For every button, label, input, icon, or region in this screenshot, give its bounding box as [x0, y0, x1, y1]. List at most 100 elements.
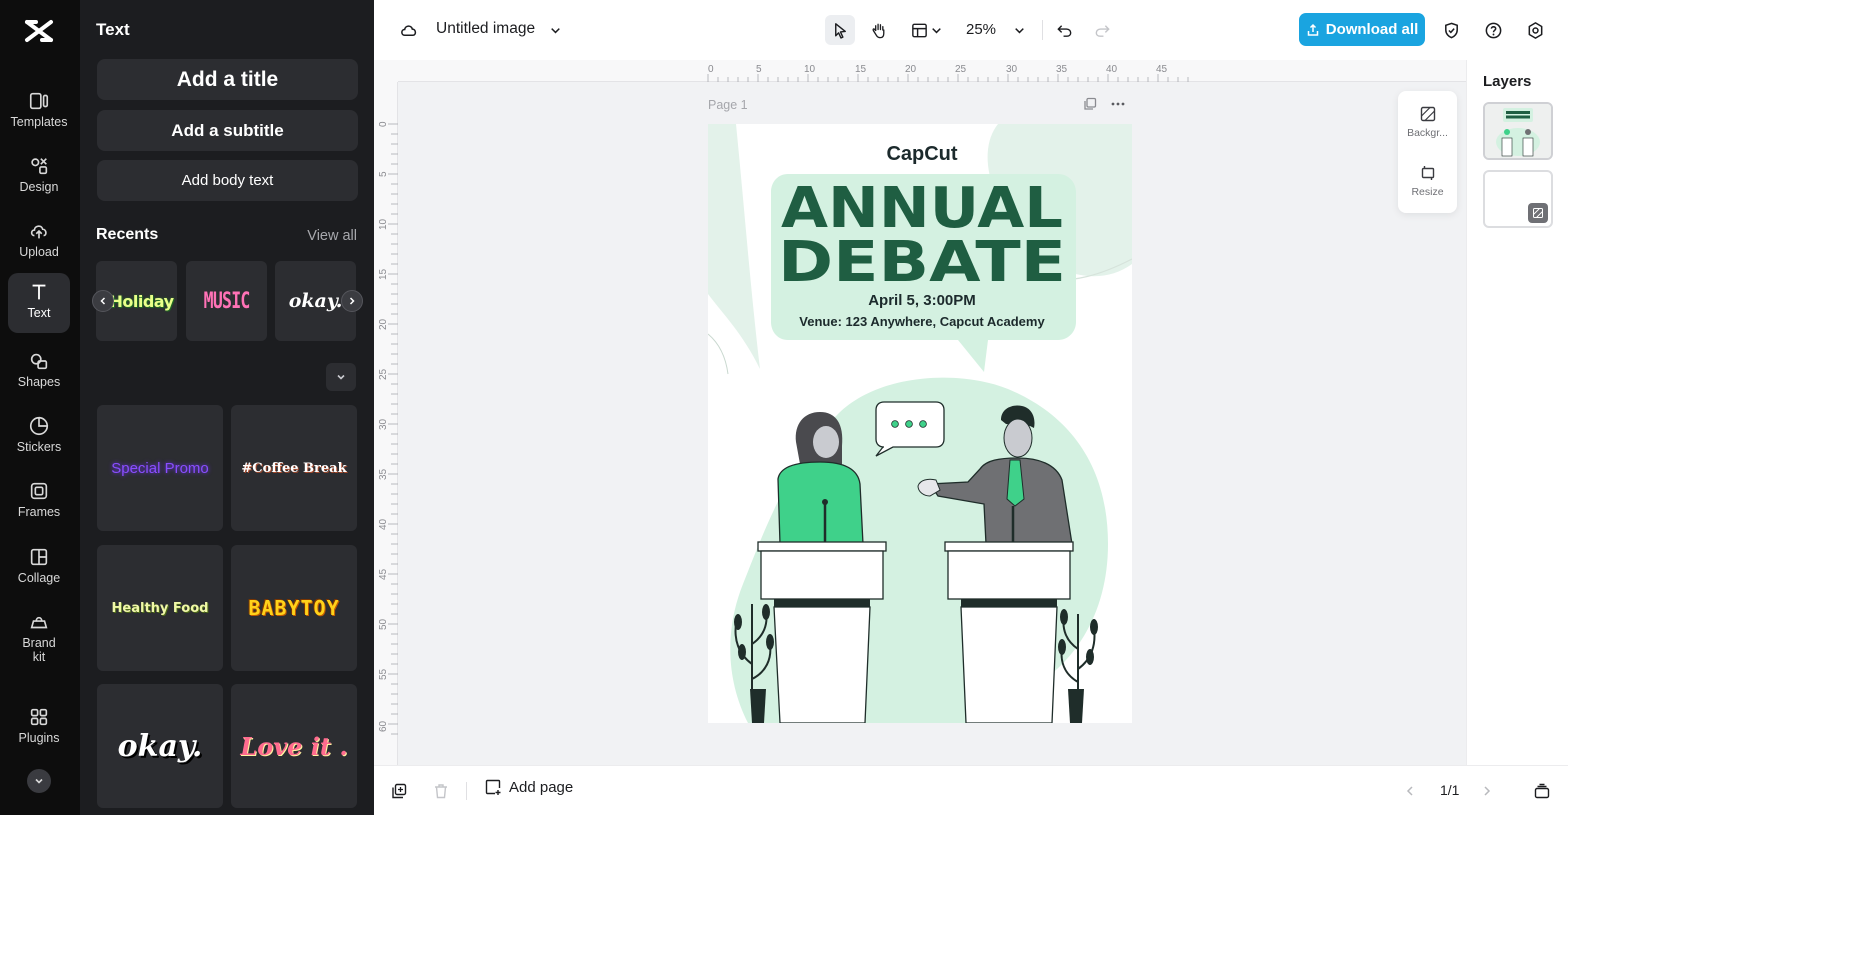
ruler-ticks-v: 0 5 10 15 20 25 30 35 40 45 50 55 60 — [378, 121, 398, 735]
add-subtitle-button[interactable]: Add a subtitle — [97, 110, 358, 151]
view-all-link[interactable]: View all — [307, 228, 357, 244]
bubble-dot — [905, 420, 913, 428]
page-manager-button[interactable] — [1531, 780, 1553, 802]
ruler-label: 5 — [378, 171, 389, 177]
help-button[interactable] — [1478, 15, 1508, 45]
cloud-sync-icon[interactable] — [393, 15, 423, 45]
rail-item-frames[interactable]: Frames — [8, 472, 70, 530]
ruler-label: 15 — [378, 268, 389, 280]
plant-leaf — [734, 614, 742, 630]
rail-label: Brand kit — [22, 636, 56, 664]
chevron-down-icon — [35, 778, 43, 784]
podium-left-stand — [773, 606, 871, 723]
layer-poster-thumbnail[interactable] — [1483, 102, 1553, 160]
collage-icon — [30, 548, 48, 566]
add-page-button[interactable]: Add page — [484, 778, 573, 796]
preset-sample: #Coffee Break — [241, 460, 347, 476]
rail-item-collage[interactable]: Collage — [8, 538, 70, 596]
preset-coffee-break[interactable]: #Coffee Break — [231, 405, 357, 531]
resize-tool[interactable]: Resize — [1398, 164, 1457, 198]
duplicate-button[interactable] — [388, 780, 410, 802]
add-page-label: Add page — [509, 778, 574, 796]
vertical-ruler: 0 5 10 15 20 25 30 35 40 45 50 55 60 — [374, 82, 398, 765]
poster-artwork: CapCut ANNUAL DEBATE April 5, 3:00PM Ven… — [708, 124, 1132, 723]
ruler-label: 60 — [378, 720, 389, 732]
title-dropdown-button[interactable] — [540, 15, 570, 45]
download-all-button[interactable]: Download all — [1299, 13, 1425, 46]
brand-kit-icon — [30, 616, 48, 629]
zoom-dropdown-button[interactable] — [1004, 15, 1034, 45]
add-body-text-button[interactable]: Add body text — [97, 160, 358, 201]
ruler-label: 20 — [905, 64, 917, 75]
top-bar: Untitled image 25% Download all — [374, 0, 1568, 60]
recent-sample: okay. — [288, 290, 343, 312]
ruler-label: 35 — [378, 468, 389, 480]
rail-label: Text — [27, 306, 51, 320]
preset-healthy-food[interactable]: Healthy Food — [97, 545, 223, 671]
prev-page-button[interactable] — [1399, 780, 1421, 802]
preset-special-promo[interactable]: Special Promo — [97, 405, 223, 531]
recents-prev-button[interactable] — [92, 290, 114, 312]
expand-presets-button[interactable] — [326, 363, 356, 391]
next-page-button[interactable] — [1476, 780, 1498, 802]
recent-sample: MUSIC — [203, 288, 251, 314]
poster-page[interactable]: CapCut ANNUAL DEBATE April 5, 3:00PM Ven… — [708, 124, 1132, 723]
layer-background-thumbnail[interactable] — [1483, 170, 1553, 228]
document-title[interactable]: Untitled image — [436, 20, 535, 38]
shield-button[interactable] — [1436, 15, 1466, 45]
rail-more-button[interactable] — [27, 769, 51, 793]
preset-sample: Special Promo — [111, 459, 209, 477]
undo-icon — [1056, 24, 1071, 37]
hand-icon — [871, 23, 884, 38]
select-tool-button[interactable] — [825, 15, 855, 45]
hand-tool-button[interactable] — [864, 15, 894, 45]
rail-item-plugins[interactable]: Plugins — [8, 698, 70, 756]
upload-icon — [30, 225, 47, 239]
ruler-label: 25 — [378, 368, 389, 380]
rail-label: Shapes — [17, 375, 61, 389]
text-panel: Text Add a title Add a subtitle Add body… — [80, 0, 374, 815]
preset-love-it[interactable]: Love it . — [231, 684, 357, 808]
rail-item-upload[interactable]: Upload — [8, 212, 70, 270]
rail-item-stickers[interactable]: Stickers — [8, 407, 70, 465]
templates-icon — [29, 92, 49, 110]
ruler-label: 30 — [1006, 64, 1018, 75]
duplicate-page-icon[interactable] — [1082, 96, 1098, 112]
poster-brand[interactable]: CapCut — [886, 143, 957, 165]
layout-dropdown-button[interactable] — [926, 15, 946, 45]
recents-next-button[interactable] — [341, 290, 363, 312]
canvas-area[interactable]: 0 5 10 15 20 25 30 35 40 45 0 5 10 15 20… — [374, 60, 1466, 765]
poster-venue[interactable]: Venue: 123 Anywhere, Capcut Academy — [799, 314, 1045, 329]
rail-item-templates[interactable]: Templates — [8, 82, 70, 140]
redo-button[interactable] — [1087, 15, 1117, 45]
rail-item-design[interactable]: Design — [8, 147, 70, 205]
shield-check-icon — [1444, 22, 1458, 38]
undo-button[interactable] — [1049, 15, 1079, 45]
ruler-label: 15 — [855, 64, 867, 75]
design-icon — [31, 158, 48, 175]
trash-icon — [435, 784, 447, 799]
zoom-level[interactable]: 25% — [966, 21, 996, 38]
rail-item-shapes[interactable]: Shapes — [8, 342, 70, 400]
rail-item-text[interactable]: Text — [8, 273, 70, 333]
podium-left-band — [774, 599, 870, 607]
woman-body — [777, 461, 864, 545]
poster-title-line2[interactable]: DEBATE — [778, 230, 1066, 295]
delete-button[interactable] — [430, 780, 452, 802]
capcut-logo[interactable] — [22, 14, 56, 48]
poster-date[interactable]: April 5, 3:00PM — [868, 292, 976, 309]
rail-label: Plugins — [18, 731, 60, 745]
rail-item-brand-kit[interactable]: Brand kit — [8, 603, 70, 669]
add-title-button[interactable]: Add a title — [97, 59, 358, 100]
preset-okay[interactable]: okay. — [97, 684, 223, 808]
background-tool[interactable]: Backgr... — [1398, 105, 1457, 139]
chevron-down-icon — [931, 27, 941, 33]
rail-label: Templates — [10, 115, 68, 129]
settings-button[interactable] — [1520, 15, 1550, 45]
recent-text-music[interactable]: MUSIC — [186, 261, 267, 341]
plugins-icon — [30, 708, 48, 726]
more-options-icon[interactable] — [1110, 96, 1126, 112]
rail-label: Upload — [19, 245, 59, 259]
podium-left-top — [757, 541, 887, 552]
preset-babytoy[interactable]: BABYTOY — [231, 545, 357, 671]
